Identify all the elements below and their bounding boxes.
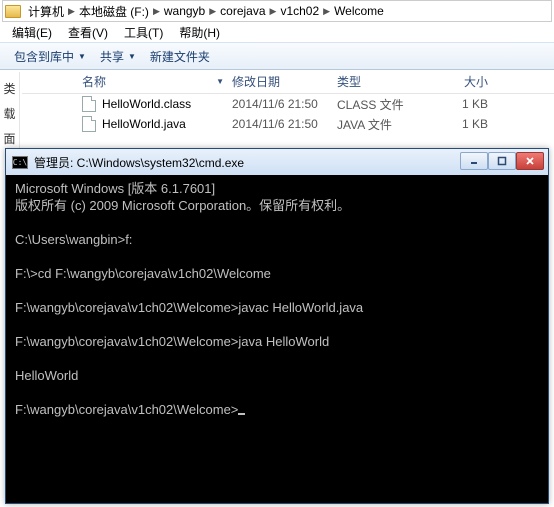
share-button[interactable]: 共享 ▼ — [94, 46, 142, 67]
terminal-line: F:\wangyb\corejava\v1ch02\Welcome>javac … — [15, 300, 363, 315]
chevron-right-icon: ▶ — [208, 6, 217, 17]
chevron-down-icon: ▼ — [78, 52, 86, 61]
sidebar-item[interactable]: 载 — [3, 105, 15, 122]
window-buttons — [460, 152, 544, 172]
breadcrumb-item[interactable]: 计算机 — [25, 3, 67, 20]
file-name: HelloWorld.class — [102, 97, 191, 111]
toolbar-label: 包含到库中 — [14, 48, 74, 65]
column-type[interactable]: 类型 — [337, 73, 432, 90]
window-title: 管理员: C:\Windows\system32\cmd.exe — [34, 154, 460, 171]
cmd-window: C:\ 管理员: C:\Windows\system32\cmd.exe Mic… — [5, 148, 549, 504]
file-name: HelloWorld.java — [102, 117, 186, 131]
column-name[interactable]: 名称 ▼ — [22, 73, 232, 90]
menu-help[interactable]: 帮助(H) — [173, 24, 226, 41]
toolbar: 包含到库中 ▼ 共享 ▼ 新建文件夹 — [0, 42, 554, 70]
file-size: 1 KB — [432, 97, 502, 111]
chevron-down-icon: ▼ — [128, 52, 136, 61]
file-icon — [82, 116, 96, 132]
file-modified: 2014/11/6 21:50 — [232, 97, 337, 111]
breadcrumb-item[interactable]: v1ch02 — [277, 4, 322, 18]
sort-indicator-icon: ▼ — [216, 77, 224, 86]
file-type: JAVA 文件 — [337, 116, 432, 133]
table-row[interactable]: HelloWorld.class 2014/11/6 21:50 CLASS 文… — [22, 94, 554, 114]
maximize-button[interactable] — [488, 152, 516, 170]
new-folder-button[interactable]: 新建文件夹 — [144, 46, 216, 67]
column-size[interactable]: 大小 — [432, 73, 502, 90]
breadcrumb-item[interactable]: corejava — [217, 4, 268, 18]
chevron-right-icon: ▶ — [322, 6, 331, 17]
toolbar-label: 新建文件夹 — [150, 48, 210, 65]
header-label: 名称 — [82, 73, 106, 90]
close-icon — [525, 156, 535, 166]
menu-tools[interactable]: 工具(T) — [118, 24, 169, 41]
sidebar-item[interactable]: 面 — [3, 130, 15, 147]
terminal-line: C:\Users\wangbin>f: — [15, 232, 132, 247]
breadcrumb[interactable]: 计算机▶ 本地磁盘 (F:)▶ wangyb▶ corejava▶ v1ch02… — [2, 0, 552, 22]
terminal-line: HelloWorld — [15, 368, 78, 383]
chevron-right-icon: ▶ — [152, 6, 161, 17]
close-button[interactable] — [516, 152, 544, 170]
terminal-line: F:\wangyb\corejava\v1ch02\Welcome>java H… — [15, 334, 329, 349]
file-modified: 2014/11/6 21:50 — [232, 117, 337, 131]
minimize-button[interactable] — [460, 152, 488, 170]
table-row[interactable]: HelloWorld.java 2014/11/6 21:50 JAVA 文件 … — [22, 114, 554, 134]
terminal-output[interactable]: Microsoft Windows [版本 6.1.7601] 版权所有 (c)… — [11, 179, 543, 498]
breadcrumb-item[interactable]: wangyb — [161, 4, 208, 18]
toolbar-label: 共享 — [100, 48, 124, 65]
file-icon — [82, 96, 96, 112]
terminal-line: Microsoft Windows [版本 6.1.7601] — [15, 181, 215, 196]
minimize-icon — [469, 156, 479, 166]
terminal-line: F:\>cd F:\wangyb\corejava\v1ch02\Welcome — [15, 266, 271, 281]
column-modified[interactable]: 修改日期 — [232, 73, 337, 90]
titlebar[interactable]: C:\ 管理员: C:\Windows\system32\cmd.exe — [6, 149, 548, 175]
cursor-icon — [238, 413, 245, 415]
terminal-line: 版权所有 (c) 2009 Microsoft Corporation。保留所有… — [15, 198, 350, 213]
file-list: 名称 ▼ 修改日期 类型 大小 HelloWorld.class 2014/11… — [22, 70, 554, 134]
folder-icon — [5, 5, 21, 18]
chevron-right-icon: ▶ — [67, 6, 76, 17]
sidebar: 类 载 面 — [0, 72, 20, 152]
maximize-icon — [497, 156, 507, 166]
menu-view[interactable]: 查看(V) — [62, 24, 114, 41]
file-size: 1 KB — [432, 117, 502, 131]
menu-edit[interactable]: 编辑(E) — [6, 24, 58, 41]
cmd-icon: C:\ — [12, 156, 28, 169]
breadcrumb-item[interactable]: 本地磁盘 (F:) — [76, 3, 152, 20]
file-explorer: 计算机▶ 本地磁盘 (F:)▶ wangyb▶ corejava▶ v1ch02… — [0, 0, 554, 134]
column-headers: 名称 ▼ 修改日期 类型 大小 — [22, 70, 554, 94]
menubar: 编辑(E) 查看(V) 工具(T) 帮助(H) — [0, 22, 554, 42]
file-type: CLASS 文件 — [337, 96, 432, 113]
include-in-library-button[interactable]: 包含到库中 ▼ — [8, 46, 92, 67]
sidebar-item[interactable]: 类 — [3, 80, 15, 97]
breadcrumb-item[interactable]: Welcome — [331, 4, 387, 18]
terminal-line: F:\wangyb\corejava\v1ch02\Welcome> — [15, 402, 238, 417]
chevron-right-icon: ▶ — [269, 6, 278, 17]
